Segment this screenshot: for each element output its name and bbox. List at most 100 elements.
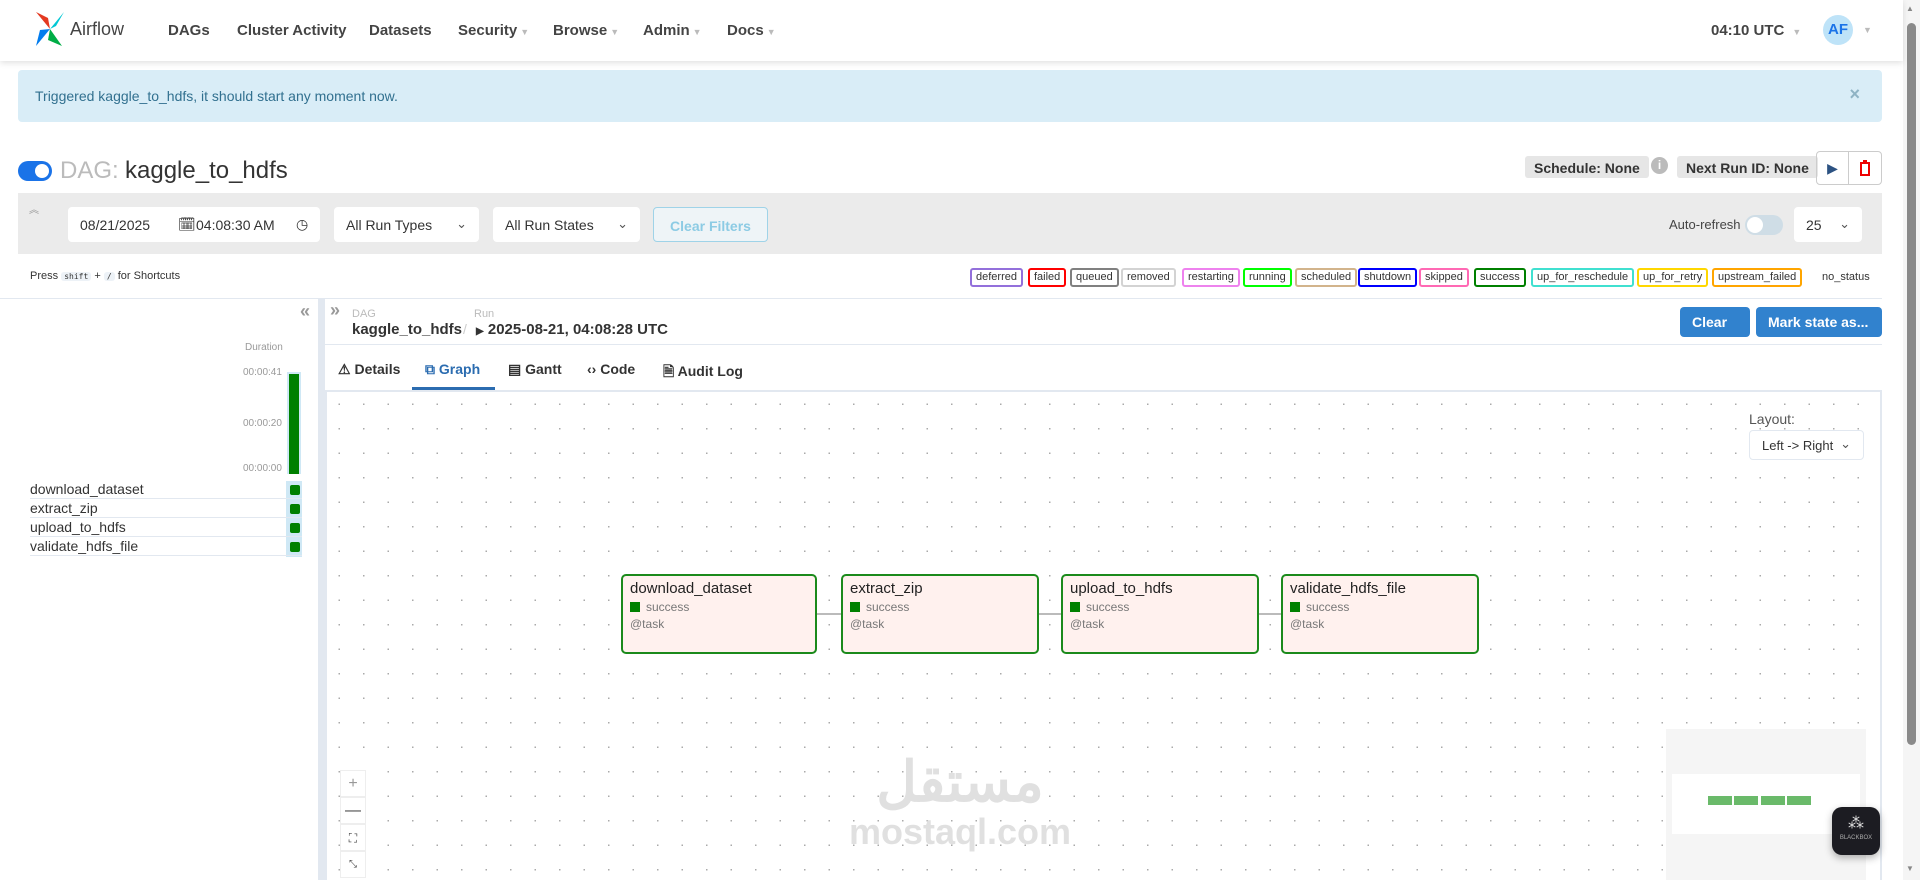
airflow-logo-icon[interactable] — [34, 10, 66, 48]
tab-label: Details — [354, 361, 401, 377]
legend-failed[interactable]: failed — [1028, 268, 1067, 287]
dag-pause-toggle[interactable] — [18, 161, 52, 181]
task-instance-success[interactable] — [290, 542, 300, 552]
legend-queued[interactable]: queued — [1070, 268, 1119, 287]
layout-select[interactable]: Left -> Right ⌄ — [1749, 430, 1864, 460]
watermark-latin: mostaql.com — [848, 811, 1072, 852]
auto-refresh-toggle[interactable] — [1745, 215, 1783, 235]
task-instance-success[interactable] — [290, 485, 300, 495]
run-duration-bar[interactable] — [289, 374, 299, 474]
legend-deferred[interactable]: deferred — [970, 268, 1023, 287]
tab-audit-log[interactable]: 🗎 Audit Log — [663, 361, 743, 385]
task-row[interactable]: download_dataset — [30, 480, 302, 499]
run-states-select[interactable]: All Run States ⌄ — [493, 207, 640, 242]
base-date-input[interactable]: 08/21/2025 🗓 04:08:30 AM ◷ — [68, 207, 320, 242]
tab-details[interactable]: ⚠ Details — [338, 361, 400, 378]
nav-cluster-activity[interactable]: Cluster Activity — [237, 22, 346, 39]
node-name: extract_zip — [850, 580, 923, 597]
legend-skipped[interactable]: skipped — [1419, 268, 1469, 287]
breadcrumb-run[interactable]: ▶ 2025-08-21, 04:08:28 UTC — [476, 321, 668, 338]
timezone-menu[interactable]: 04:10 UTC ▼ — [1711, 22, 1801, 39]
breadcrumb-dag[interactable]: kaggle_to_hdfs — [352, 321, 462, 338]
task-node[interactable]: extract_zip success @task — [841, 574, 1039, 654]
node-state: success — [850, 600, 1030, 614]
legend-shutdown[interactable]: shutdown — [1358, 268, 1418, 287]
chevron-down-icon: ⌄ — [1839, 216, 1850, 231]
tab-label: Audit Log — [677, 363, 743, 379]
legend-removed[interactable]: removed — [1121, 268, 1176, 287]
task-row[interactable]: upload_to_hdfs — [30, 518, 302, 537]
nav-admin[interactable]: Admin ▼ — [643, 22, 702, 39]
page-size-select[interactable]: 25 ⌄ — [1794, 207, 1862, 242]
scroll-up-icon[interactable]: ▲ — [1906, 4, 1914, 13]
task-instance-success[interactable] — [290, 504, 300, 514]
panel-resize-handle[interactable] — [318, 299, 325, 880]
run-types-select[interactable]: All Run Types ⌄ — [334, 207, 479, 242]
page-size-value: 25 — [1806, 217, 1822, 233]
scroll-down-icon[interactable]: ▼ — [1906, 864, 1914, 873]
legend-upstream-failed[interactable]: upstream_failed — [1712, 268, 1803, 287]
duration-label: Duration — [245, 342, 283, 353]
success-square-icon — [1070, 602, 1080, 612]
clock-time: 04:10 UTC — [1711, 22, 1785, 39]
nav-dags[interactable]: DAGs — [168, 22, 210, 39]
clear-filters-button[interactable]: Clear Filters — [653, 207, 768, 242]
minimap[interactable] — [1666, 729, 1866, 880]
legend-up-for-reschedule[interactable]: up_for_reschedule — [1531, 268, 1635, 287]
clear-button[interactable]: Clear ▼ — [1680, 307, 1750, 345]
avatar[interactable]: AF — [1823, 15, 1853, 45]
collapse-filters-icon[interactable]: ︽ — [29, 201, 39, 216]
nav-security[interactable]: Security ▼ — [458, 22, 529, 39]
fullscreen-button[interactable]: ⤡ — [340, 851, 366, 878]
scrollbar-thumb[interactable] — [1907, 23, 1916, 745]
calendar-icon[interactable]: 🗓 — [178, 216, 196, 233]
next-run-badge: Next Run ID: None — [1677, 156, 1818, 178]
fit-view-button[interactable]: ⛶ — [340, 824, 366, 851]
node-state-label: success — [866, 600, 910, 614]
schedule-badge: Schedule: None — [1525, 156, 1649, 178]
date-value: 08/21/2025 — [80, 217, 151, 233]
layout-label: Layout: — [1749, 411, 1795, 427]
zoom-in-button[interactable]: + — [340, 770, 366, 797]
task-node[interactable]: validate_hdfs_file success @task — [1281, 574, 1479, 654]
legend-success[interactable]: success — [1474, 268, 1526, 287]
mark-state-button[interactable]: Mark state as... ▼ — [1756, 307, 1882, 345]
zoom-out-button[interactable]: — — [340, 797, 366, 824]
nav-docs[interactable]: Docs ▼ — [727, 22, 776, 39]
expand-icon[interactable]: » — [330, 300, 340, 321]
minimap-node — [1787, 796, 1811, 805]
node-name: download_dataset — [630, 580, 752, 597]
nav-datasets[interactable]: Datasets — [369, 22, 432, 39]
shortcuts-hint: Press shift + / for Shortcuts — [30, 270, 180, 282]
chevron-down-icon: ⌄ — [1840, 436, 1851, 451]
task-node[interactable]: download_dataset success @task — [621, 574, 817, 654]
legend-no-status[interactable]: no_status — [1816, 268, 1876, 287]
caret-down-icon[interactable]: ▼ — [1863, 25, 1872, 35]
node-state-label: success — [1086, 600, 1130, 614]
nav-browse[interactable]: Browse ▼ — [553, 22, 619, 39]
caret-down-icon: ▼ — [766, 27, 776, 37]
blackbox-widget[interactable]: ⁂ BLACKBOX — [1832, 807, 1880, 855]
slash-key: / — [103, 272, 115, 281]
legend-running[interactable]: running — [1243, 268, 1292, 287]
task-instance-success[interactable] — [290, 523, 300, 533]
collapse-grid-icon[interactable]: « — [300, 301, 310, 322]
scrollbar[interactable]: ▲ ▼ — [1903, 0, 1920, 880]
graph-edge — [1039, 613, 1061, 615]
brand-name[interactable]: Airflow — [70, 19, 124, 40]
task-row[interactable]: validate_hdfs_file — [30, 537, 302, 556]
legend-restarting[interactable]: restarting — [1182, 268, 1240, 287]
trigger-dag-button[interactable]: ▶ — [1816, 151, 1849, 185]
tab-gantt[interactable]: ▤ Gantt — [508, 361, 562, 378]
delete-dag-button[interactable] — [1848, 151, 1882, 185]
task-row[interactable]: extract_zip — [30, 499, 302, 518]
tab-graph[interactable]: ⧉ Graph — [425, 361, 480, 378]
clock-icon[interactable]: ◷ — [296, 216, 308, 233]
legend-scheduled[interactable]: scheduled — [1295, 268, 1358, 287]
legend-up-for-retry[interactable]: up_for_retry — [1637, 268, 1709, 287]
info-icon[interactable]: i — [1651, 157, 1668, 174]
tab-code[interactable]: ‹› Code — [587, 361, 635, 377]
caret-down-icon: ▼ — [1792, 27, 1802, 37]
task-node[interactable]: upload_to_hdfs success @task — [1061, 574, 1259, 654]
close-icon[interactable]: × — [1849, 84, 1860, 105]
